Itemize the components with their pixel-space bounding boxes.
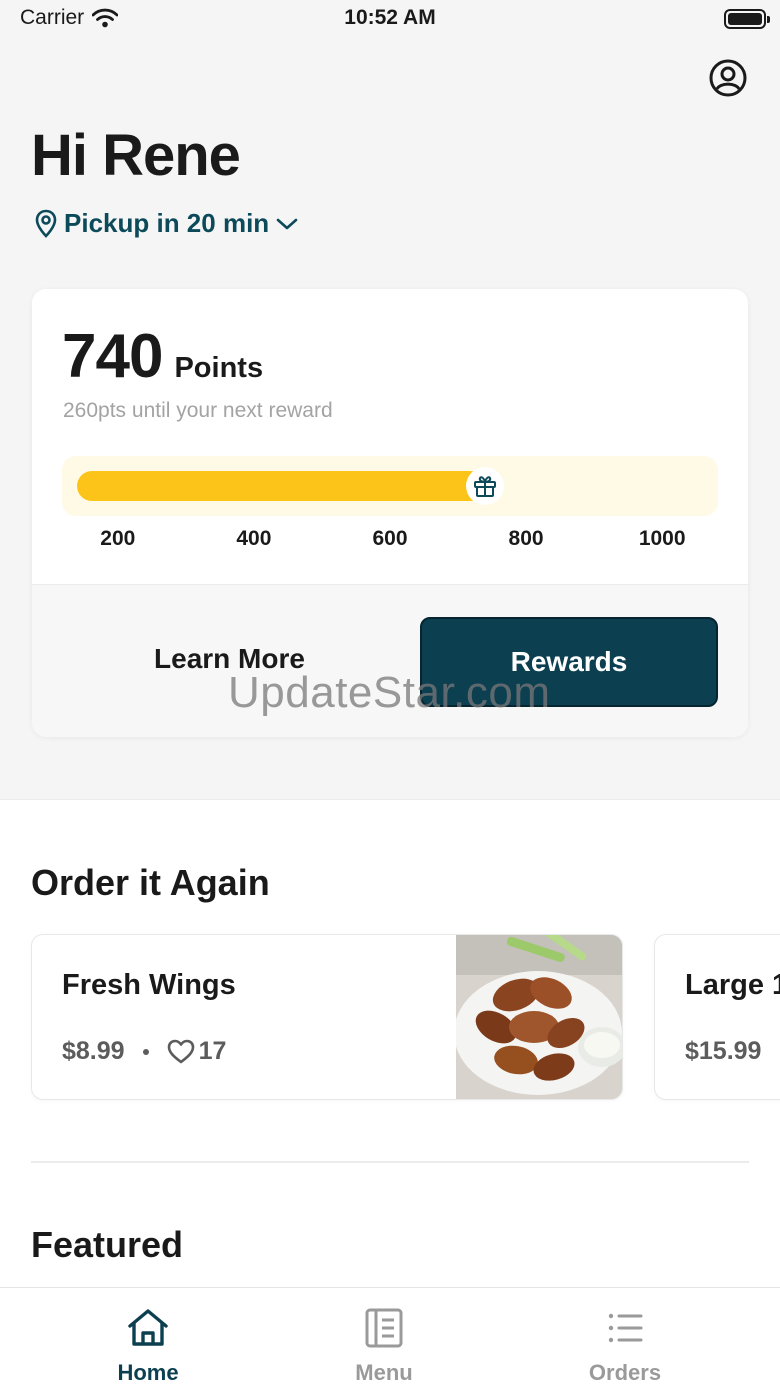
- item-meta: $15.99: [685, 1037, 761, 1066]
- gift-icon: [474, 476, 497, 497]
- rewards-card-footer: Learn More Rewards: [32, 584, 748, 737]
- menu-book-icon: [365, 1308, 403, 1348]
- progress-tick-label: 800: [508, 527, 544, 550]
- status-time: 10:52 AM: [344, 6, 436, 29]
- tab-bar: Home Menu Orders: [0, 1287, 780, 1387]
- tab-orders[interactable]: Orders: [495, 1288, 755, 1387]
- fresh-wings-image: [454, 935, 622, 1099]
- points-value: 740: [62, 322, 163, 391]
- profile-button[interactable]: [708, 58, 748, 98]
- progress-fill: [77, 471, 486, 501]
- pickup-selector[interactable]: Pickup in 20 min: [34, 208, 299, 239]
- status-bar: Carrier 10:52 AM: [0, 0, 780, 40]
- rewards-button[interactable]: Rewards: [420, 617, 718, 707]
- item-name: Large 1: [685, 969, 780, 1001]
- home-content: Order it Again Fresh Wings $8.99 17 Larg…: [0, 799, 780, 1319]
- user-circle-icon: [709, 59, 747, 97]
- tab-home[interactable]: Home: [18, 1288, 278, 1387]
- order-again-card[interactable]: Fresh Wings $8.99 17: [31, 934, 623, 1100]
- order-again-title: Order it Again: [31, 862, 270, 903]
- tab-menu[interactable]: Menu: [254, 1288, 514, 1387]
- order-again-card[interactable]: Large 1 $15.99: [654, 934, 780, 1100]
- progress-tick-label: 600: [372, 527, 408, 550]
- item-price: $15.99: [685, 1037, 762, 1065]
- separator-dot: [142, 1048, 149, 1055]
- heart-icon: [167, 1039, 194, 1063]
- gift-marker: [466, 467, 505, 505]
- pickup-label: Pickup in 20 min: [64, 208, 270, 238]
- item-price: $8.99: [62, 1037, 125, 1065]
- item-name: Fresh Wings: [62, 969, 236, 1001]
- learn-more-button[interactable]: Learn More: [92, 643, 367, 675]
- tab-orders-label: Orders: [588, 1360, 662, 1385]
- points-progress-bar: [62, 456, 718, 516]
- progress-tick-label: 200: [100, 527, 136, 550]
- likes-count: 17: [198, 1037, 227, 1065]
- location-pin-icon: [35, 209, 57, 238]
- item-likes: 17: [167, 1037, 227, 1066]
- greeting-title: Hi Rene: [31, 123, 241, 188]
- points-label: Points: [174, 352, 264, 384]
- progress-tick-label: 1000: [638, 527, 686, 550]
- item-meta: $8.99 17: [62, 1037, 226, 1066]
- points-summary: 740 Points: [62, 321, 263, 392]
- points-until-reward: 260pts until your next reward: [63, 399, 333, 422]
- home-icon: [128, 1309, 168, 1346]
- chevron-down-icon: [276, 218, 298, 229]
- tab-menu-label: Menu: [355, 1360, 413, 1385]
- battery-icon: [724, 9, 770, 29]
- rewards-card: 740 Points 260pts until your next reward…: [32, 289, 748, 737]
- tab-home-label: Home: [117, 1360, 179, 1385]
- section-divider: [31, 1161, 749, 1163]
- home-screen: Carrier 10:52 AM Hi Rene Pickup in 20 mi…: [0, 0, 780, 1387]
- list-icon: [608, 1313, 643, 1343]
- featured-title: Featured: [31, 1224, 184, 1265]
- progress-tick-label: 400: [236, 527, 272, 550]
